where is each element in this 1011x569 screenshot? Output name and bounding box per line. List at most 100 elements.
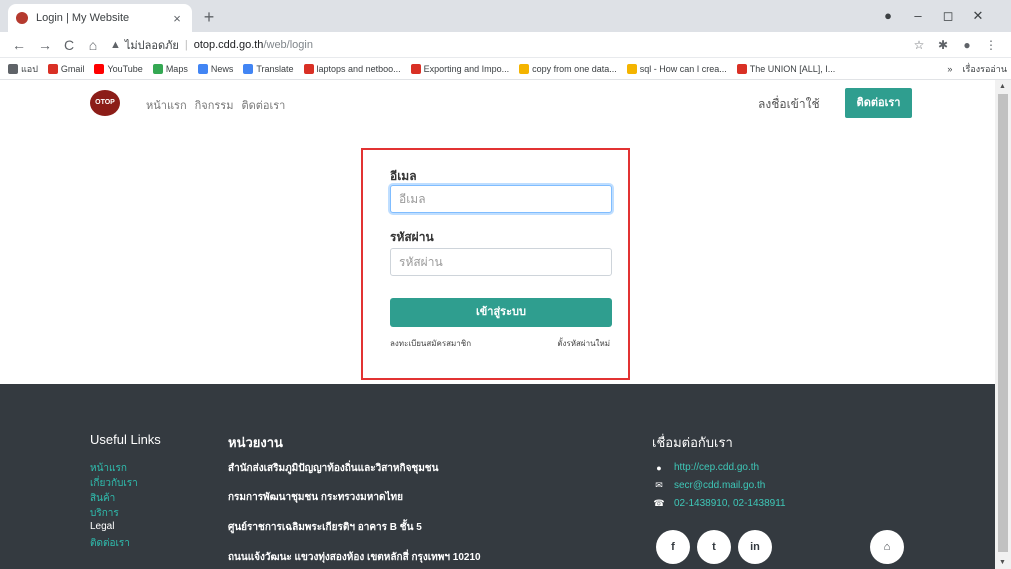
footer-link-services[interactable]: บริการ (90, 506, 119, 521)
agency-title: หน่วยงาน (228, 435, 283, 450)
new-tab-button[interactable]: + (198, 6, 220, 28)
phone-icon: ☎ (653, 498, 665, 508)
agency-line: กรมการพัฒนาชุมชน กระทรวงมหาดไทย (228, 492, 403, 503)
bookmark-label: sql - How can I crea... (639, 63, 727, 74)
login-form: อีเมล รหัสผ่าน เข้าสู่ระบบ ลงทะเบียนสมัค… (361, 148, 630, 380)
agency-line: ถนนแจ้งวัฒนะ แขวงทุ่งสองห้อง เขตหลักสี่ … (228, 552, 481, 563)
extensions-icon[interactable]: ✱ (934, 36, 952, 54)
omnibox-separator: | (184, 39, 188, 51)
profile-icon[interactable]: ● (876, 6, 900, 26)
footer-link-legal[interactable]: Legal (90, 521, 114, 532)
bookmark-item[interactable]: The UNION [ALL], I... (736, 63, 836, 74)
bookmark-label: The UNION [ALL], I... (749, 63, 836, 74)
site-favicon-icon (16, 12, 28, 24)
bookmark-favicon-icon (243, 63, 254, 74)
mail-icon: ✉ (655, 480, 663, 490)
bookmark-favicon-icon (94, 63, 105, 74)
omnibox[interactable]: ▲ ไม่ปลอดภัย | otop.cdd.go.th /web/login (110, 35, 900, 55)
account-icon[interactable]: ● (958, 36, 976, 54)
signin-link[interactable]: ลงชื่อเข้าใช้ (758, 95, 820, 114)
bookmark-label: News (210, 63, 234, 74)
bookmark-item[interactable]: Maps (152, 63, 188, 74)
footer-link-products[interactable]: สินค้า (90, 491, 115, 506)
site-navbar: OTOP หน้าแรก กิจกรรม ติดต่อเรา ลงชื่อเข้… (0, 80, 995, 125)
bookmark-label: copy from one data... (532, 63, 617, 74)
footer-link-home[interactable]: หน้าแรก (90, 461, 127, 476)
password-field[interactable] (390, 248, 612, 276)
reset-password-link[interactable]: ตั้งรหัสผ่านใหม่ (557, 337, 610, 350)
tab-close-icon[interactable]: × (170, 11, 184, 26)
bookmark-item[interactable]: YouTube (94, 63, 143, 74)
contact-email[interactable]: ✉ secr@cdd.mail.go.th (652, 480, 765, 491)
connect-title: เชื่อมต่อกับเรา (652, 435, 733, 450)
contact-website-text: http://cep.cdd.go.th (674, 462, 760, 473)
footer-link-about[interactable]: เกี่ยวกับเรา (90, 476, 138, 491)
email-field[interactable] (390, 185, 612, 213)
useful-links-title: Useful Links (90, 432, 161, 447)
warning-icon: ▲ (110, 39, 121, 51)
contact-website[interactable]: ● http://cep.cdd.go.th (652, 462, 759, 473)
nav-link-home[interactable]: หน้าแรก (146, 96, 187, 114)
scroll-down-icon[interactable]: ▼ (999, 559, 1006, 566)
facebook-icon[interactable]: f (656, 530, 690, 564)
address-bar-row: ← → C ⌂ ▲ ไม่ปลอดภัย | otop.cdd.go.th /w… (0, 32, 1011, 58)
bookmark-item[interactable]: Gmail (47, 63, 85, 74)
bookmark-item[interactable]: sql - How can I crea... (626, 63, 727, 74)
twitter-icon[interactable]: t (697, 530, 731, 564)
nav-link-contact[interactable]: ติดต่อเรา (241, 96, 285, 114)
insecure-label: ไม่ปลอดภัย (124, 40, 179, 52)
bookmark-item[interactable]: Exporting and Impo... (410, 63, 509, 74)
page-scrollbar[interactable]: ▲ ▼ (995, 80, 1011, 569)
bookmarks-bar: แอป Gmail YouTube Maps News Translate laptops … (0, 58, 1011, 80)
bookmark-item[interactable]: News (197, 63, 234, 74)
url-domain: otop.cdd.go.th (193, 39, 264, 51)
otop-logo[interactable]: OTOP (90, 90, 120, 116)
site-footer: Useful Links หน้าแรก เกี่ยวกับเรา สินค้า… (0, 384, 995, 569)
bookmarks-more-icon[interactable]: » (947, 64, 952, 74)
menu-icon[interactable]: ⋮ (982, 36, 1000, 54)
back-button[interactable]: ← (10, 36, 28, 54)
minimize-button[interactable]: – (906, 6, 930, 26)
login-button[interactable]: เข้าสู่ระบบ (390, 298, 612, 327)
bookmark-favicon-icon (8, 63, 18, 74)
home-icon[interactable]: ⌂ (870, 530, 904, 564)
reading-list-button[interactable]: เรื่องรออ่าน (962, 62, 1007, 76)
contact-phone[interactable]: ☎ 02-1438910, 02-1438911 (652, 498, 785, 509)
nav-link-activities[interactable]: กิจกรรม (195, 96, 234, 114)
bookmark-favicon-icon (410, 63, 421, 74)
contact-email-text: secr@cdd.mail.go.th (674, 480, 766, 491)
password-label: รหัสผ่าน (390, 230, 434, 244)
register-link[interactable]: ลงทะเบียนสมัครสมาชิก (390, 337, 471, 350)
forward-button[interactable]: → (36, 36, 54, 54)
bookmark-favicon-icon (519, 63, 530, 74)
close-window-button[interactable]: ✕ (966, 6, 990, 26)
contact-button[interactable]: ติดต่อเรา (845, 88, 912, 118)
reload-button[interactable]: C (60, 36, 78, 54)
linkedin-icon[interactable]: in (738, 530, 772, 564)
bookmark-item[interactable]: laptops and netboo... (303, 63, 401, 74)
home-button[interactable]: ⌂ (84, 36, 102, 54)
bookmark-item[interactable]: แอป (8, 62, 38, 76)
bookmark-label: Gmail (60, 63, 85, 74)
bookmark-label: Translate (256, 63, 294, 74)
footer-link-contact[interactable]: ติดต่อเรา (90, 536, 130, 551)
bookmark-label: Maps (165, 63, 188, 74)
bookmark-favicon-icon (626, 63, 637, 74)
star-icon[interactable]: ☆ (910, 36, 928, 54)
browser-tab[interactable]: Login | My Website × (8, 4, 192, 32)
bookmark-item[interactable]: copy from one data... (519, 63, 617, 74)
scroll-up-icon[interactable]: ▲ (999, 83, 1006, 90)
bookmark-favicon-icon (152, 63, 163, 74)
bookmark-favicon-icon (303, 63, 314, 74)
scrollbar-thumb[interactable] (998, 94, 1008, 552)
bookmark-label: แอป (21, 63, 38, 74)
chat-icon: ● (656, 462, 662, 473)
bookmark-favicon-icon (47, 63, 58, 74)
maximize-button[interactable]: ◻ (936, 6, 960, 26)
browser-tabstrip: Login | My Website × + ● – ◻ ✕ (0, 0, 1011, 32)
bookmark-favicon-icon (736, 63, 747, 74)
bookmark-item[interactable]: Translate (243, 63, 294, 74)
site-nav-links: หน้าแรก กิจกรรม ติดต่อเรา (146, 96, 285, 114)
agency-line: สำนักส่งเสริมภูมิปัญญาท้องถิ่นและวิสาหกิ… (228, 463, 439, 474)
url-path: /web/login (263, 39, 313, 51)
